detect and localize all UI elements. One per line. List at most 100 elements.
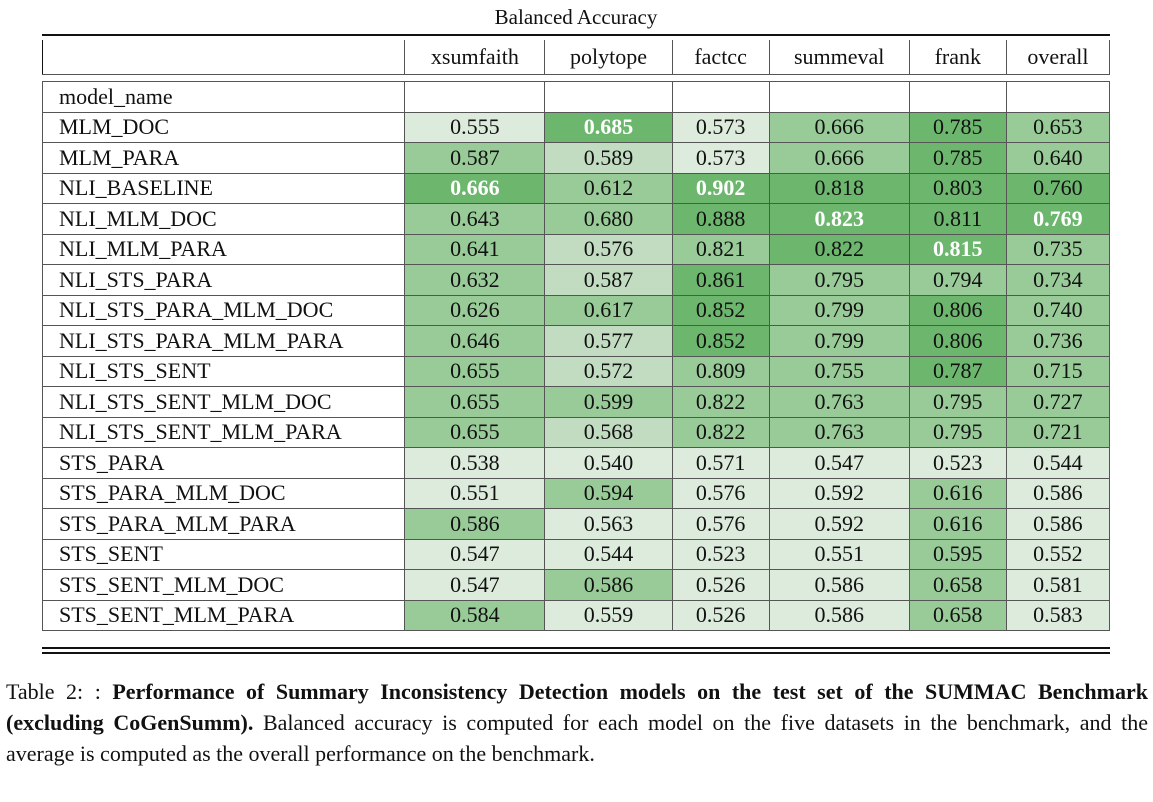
score-cell-frank: 0.616 (908, 477, 1007, 509)
score-cell-polytope: 0.599 (544, 386, 673, 418)
score-cell-factcc: 0.573 (671, 142, 770, 174)
score-cell-overall: 0.735 (1005, 233, 1111, 265)
empty-cell (404, 81, 546, 113)
table-row: STS_SENT_MLM_PARA 0.584 0.559 0.526 0.586 0.6… (41, 599, 1111, 631)
score-cell-frank: 0.658 (908, 599, 1007, 631)
score-cell-summeval: 0.592 (768, 477, 910, 509)
table-row: STS_SENT 0.547 0.544 0.523 0.551 0.595 0.552 (41, 538, 1111, 570)
table-row: NLI_STS_PARA 0.632 0.587 0.861 0.795 0.794 0.7… (41, 264, 1111, 296)
header-blank-cell (41, 40, 406, 75)
column-header-xsumfaith: xsumfaith (404, 40, 546, 75)
score-cell-polytope: 0.563 (544, 508, 673, 540)
table-row: NLI_MLM_PARA 0.641 0.576 0.821 0.822 0.815 0.7… (41, 233, 1111, 265)
model-name-cell: NLI_BASELINE (41, 172, 406, 204)
score-cell-overall: 0.721 (1005, 416, 1111, 448)
bottom-rule (42, 652, 1110, 654)
score-cell-overall: 0.736 (1005, 325, 1111, 357)
score-cell-polytope: 0.568 (544, 416, 673, 448)
score-cell-overall: 0.544 (1005, 447, 1111, 479)
score-cell-polytope: 0.680 (544, 203, 673, 235)
table-row: MLM_PARA 0.587 0.589 0.573 0.666 0.785 0.640 (41, 142, 1111, 174)
empty-cell (908, 81, 1007, 113)
score-cell-xsumfaith: 0.655 (404, 416, 546, 448)
model-name-cell: NLI_MLM_DOC (41, 203, 406, 235)
score-cell-overall: 0.586 (1005, 477, 1111, 509)
score-cell-factcc: 0.852 (671, 325, 770, 357)
score-cell-polytope: 0.586 (544, 569, 673, 601)
table-row: NLI_MLM_DOC 0.643 0.680 0.888 0.823 0.811 0.76… (41, 203, 1111, 235)
column-header-summeval: summeval (768, 40, 910, 75)
score-cell-summeval: 0.799 (768, 294, 910, 326)
score-cell-polytope: 0.576 (544, 233, 673, 265)
score-cell-frank: 0.803 (908, 172, 1007, 204)
model-name-cell: NLI_STS_PARA_MLM_PARA (41, 325, 406, 357)
score-cell-polytope: 0.572 (544, 355, 673, 387)
score-cell-overall: 0.552 (1005, 538, 1111, 570)
index-label: model_name (41, 81, 406, 113)
model-name-cell: NLI_STS_SENT_MLM_PARA (41, 416, 406, 448)
score-cell-summeval: 0.818 (768, 172, 910, 204)
score-cell-overall: 0.581 (1005, 569, 1111, 601)
score-cell-xsumfaith: 0.587 (404, 142, 546, 174)
score-cell-factcc: 0.526 (671, 569, 770, 601)
table-row: NLI_STS_SENT_MLM_DOC 0.655 0.599 0.822 0.763… (41, 386, 1111, 418)
score-cell-xsumfaith: 0.547 (404, 569, 546, 601)
score-cell-summeval: 0.823 (768, 203, 910, 235)
score-cell-polytope: 0.577 (544, 325, 673, 357)
score-cell-frank: 0.785 (908, 142, 1007, 174)
caption-prefix: Table 2: : (6, 679, 113, 704)
score-cell-polytope: 0.540 (544, 447, 673, 479)
score-cell-frank: 0.795 (908, 386, 1007, 418)
table-row: NLI_STS_SENT 0.655 0.572 0.809 0.755 0.787 0.7… (41, 355, 1111, 387)
table-title: Balanced Accuracy (494, 5, 658, 29)
score-cell-xsumfaith: 0.547 (404, 538, 546, 570)
score-cell-factcc: 0.573 (671, 111, 770, 143)
score-cell-summeval: 0.666 (768, 142, 910, 174)
model-name-cell: STS_PARA_MLM_PARA (41, 508, 406, 540)
score-cell-factcc: 0.852 (671, 294, 770, 326)
table-row: STS_PARA_MLM_DOC 0.551 0.594 0.576 0.592 0.61… (41, 477, 1111, 509)
score-cell-overall: 0.727 (1005, 386, 1111, 418)
score-cell-frank: 0.658 (908, 569, 1007, 601)
score-cell-frank: 0.595 (908, 538, 1007, 570)
score-cell-xsumfaith: 0.632 (404, 264, 546, 296)
score-cell-overall: 0.740 (1005, 294, 1111, 326)
empty-cell (544, 81, 673, 113)
score-cell-summeval: 0.755 (768, 355, 910, 387)
empty-cell (671, 81, 770, 113)
column-header-polytope: polytope (544, 40, 673, 75)
score-cell-summeval: 0.799 (768, 325, 910, 357)
score-cell-factcc: 0.902 (671, 172, 770, 204)
score-cell-xsumfaith: 0.538 (404, 447, 546, 479)
score-cell-xsumfaith: 0.551 (404, 477, 546, 509)
score-cell-summeval: 0.586 (768, 599, 910, 631)
results-table: xsumfaith polytope factcc summeval frank… (41, 40, 1111, 631)
table-row: NLI_STS_SENT_MLM_PARA 0.655 0.568 0.822 0.76… (41, 416, 1111, 448)
score-cell-overall: 0.653 (1005, 111, 1111, 143)
score-cell-summeval: 0.547 (768, 447, 910, 479)
score-cell-frank: 0.785 (908, 111, 1007, 143)
model-name-cell: MLM_DOC (41, 111, 406, 143)
score-cell-frank: 0.616 (908, 508, 1007, 540)
column-header-overall: overall (1005, 40, 1111, 75)
model-name-cell: NLI_STS_PARA (41, 264, 406, 296)
score-cell-xsumfaith: 0.643 (404, 203, 546, 235)
score-cell-xsumfaith: 0.655 (404, 386, 546, 418)
score-cell-summeval: 0.666 (768, 111, 910, 143)
table-row: MLM_DOC 0.555 0.685 0.573 0.666 0.785 0.653 (41, 111, 1111, 143)
table-row: NLI_BASELINE 0.666 0.612 0.902 0.818 0.803 0.7… (41, 172, 1111, 204)
spacer-row (42, 74, 1110, 82)
score-cell-polytope: 0.589 (544, 142, 673, 174)
score-cell-frank: 0.815 (908, 233, 1007, 265)
score-cell-frank: 0.806 (908, 294, 1007, 326)
score-cell-xsumfaith: 0.655 (404, 355, 546, 387)
score-cell-xsumfaith: 0.641 (404, 233, 546, 265)
score-cell-factcc: 0.526 (671, 599, 770, 631)
score-cell-summeval: 0.763 (768, 386, 910, 418)
score-cell-xsumfaith: 0.555 (404, 111, 546, 143)
score-cell-overall: 0.760 (1005, 172, 1111, 204)
table-caption: Table 2: : Performance of Summary Incons… (6, 676, 1148, 769)
model-name-cell: STS_SENT_MLM_DOC (41, 569, 406, 601)
score-cell-factcc: 0.822 (671, 416, 770, 448)
empty-cell (1005, 81, 1111, 113)
